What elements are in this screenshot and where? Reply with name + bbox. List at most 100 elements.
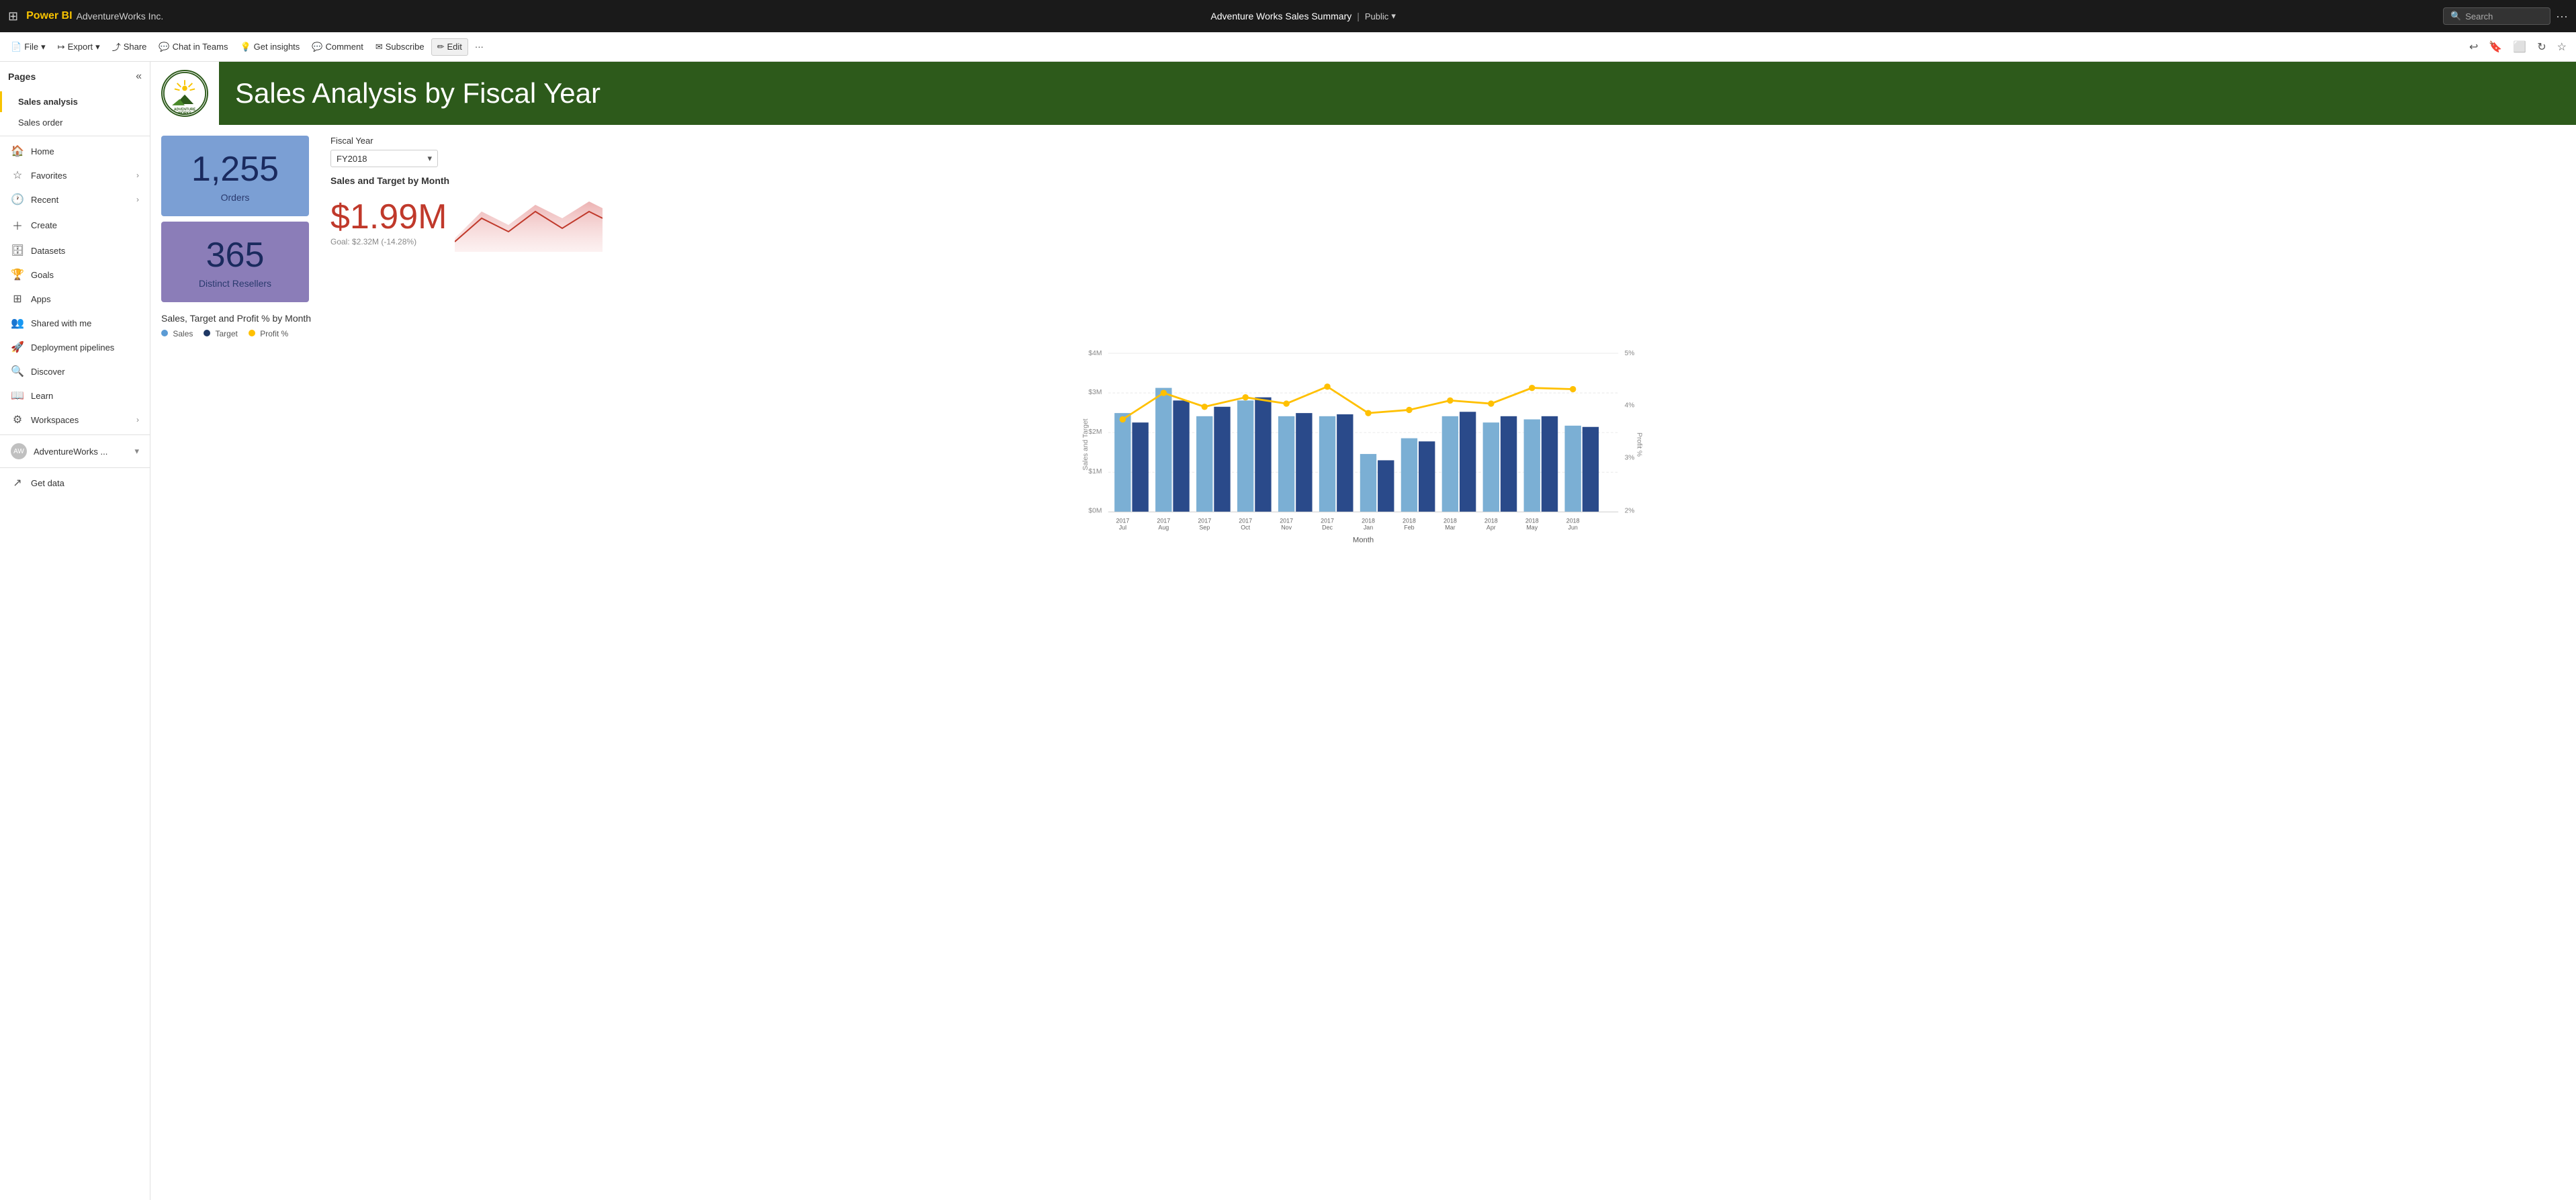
svg-text:4%: 4% [1625, 402, 1635, 410]
logo-area: Power BI AdventureWorks Inc. [26, 10, 163, 22]
bar-target-jul17 [1132, 422, 1148, 512]
sidebar-collapse-button[interactable]: « [136, 71, 142, 83]
svg-text:2018: 2018 [1566, 517, 1580, 524]
svg-text:2017: 2017 [1198, 517, 1211, 524]
fiscal-year-value: FY2018 [337, 154, 367, 164]
home-icon: 🏠 [11, 144, 24, 158]
bookmark-button[interactable]: 🔖 [2485, 38, 2506, 56]
sidebar-label-learn: Learn [31, 391, 139, 401]
sidebar-item-home[interactable]: 🏠 Home [0, 139, 150, 163]
svg-text:$1M: $1M [1088, 468, 1102, 475]
kpi-orders-label: Orders [177, 192, 293, 203]
insights-icon: 💡 [240, 42, 251, 52]
report-header: ADVENTURE WORKS Sales Analysis by Fiscal… [150, 62, 2576, 125]
sales-target-area: Fiscal Year FY2018 ▾ Sales and Target by… [320, 136, 2565, 252]
sidebar-item-recent[interactable]: 🕐 Recent › [0, 187, 150, 212]
page-item-sales-order[interactable]: Sales order [0, 112, 150, 133]
adventure-works-logo: ADVENTURE WORKS [161, 70, 208, 117]
svg-text:May: May [1526, 524, 1538, 531]
sidebar-item-discover[interactable]: 🔍 Discover [0, 359, 150, 383]
workspace-adventureworks[interactable]: AW AdventureWorks ... ▾ [0, 438, 150, 465]
svg-text:$4M: $4M [1088, 350, 1102, 357]
chart-legend: Sales Target Profit % [161, 329, 2565, 338]
svg-text:2018: 2018 [1484, 517, 1498, 524]
undo-button[interactable]: ↩ [2465, 38, 2482, 56]
sales-value: $1.99M [330, 197, 447, 237]
svg-text:Dec: Dec [1322, 524, 1333, 531]
svg-text:2018: 2018 [1444, 517, 1457, 524]
export-button[interactable]: ↦ Export ▾ [52, 39, 105, 55]
svg-text:2017: 2017 [1321, 517, 1334, 524]
report-title: Sales Analysis by Fiscal Year [235, 77, 601, 109]
sidebar-item-deployment[interactable]: 🚀 Deployment pipelines [0, 335, 150, 359]
sidebar-item-shared[interactable]: 👥 Shared with me [0, 311, 150, 335]
svg-text:Sep: Sep [1199, 524, 1210, 531]
favorite-button[interactable]: ☆ [2553, 38, 2571, 56]
refresh-button[interactable]: ↻ [2533, 38, 2550, 56]
page-item-sales-analysis[interactable]: Sales analysis [0, 91, 150, 112]
more-options-button[interactable]: ··· [2556, 9, 2568, 24]
sidebar-item-goals[interactable]: 🏆 Goals [0, 263, 150, 287]
svg-text:Feb: Feb [1404, 524, 1414, 531]
logo-text: Power BI [26, 10, 72, 22]
search-box[interactable]: 🔍 Search [2443, 7, 2550, 25]
bar-sales-jul17 [1114, 413, 1130, 512]
sidebar-label-goals: Goals [31, 270, 139, 280]
chat-teams-button[interactable]: 💬 Chat in Teams [153, 39, 233, 55]
svg-text:WORKS: WORKS [178, 111, 191, 116]
svg-text:2018: 2018 [1403, 517, 1416, 524]
fiscal-year-select[interactable]: FY2018 ▾ [330, 150, 438, 167]
waffle-icon[interactable]: ⊞ [8, 9, 18, 24]
edit-button[interactable]: ✏ Edit [431, 38, 468, 56]
report-logo-area: ADVENTURE WORKS [150, 62, 219, 125]
workspaces-icon: ⚙ [11, 413, 24, 426]
target-legend-dot [204, 330, 210, 336]
sidebar-item-datasets[interactable]: 🗄 Datasets [0, 238, 150, 263]
svg-text:3%: 3% [1625, 455, 1635, 462]
chart-section: Sales, Target and Profit % by Month Sale… [161, 313, 2565, 545]
profit-legend-dot [249, 330, 255, 336]
insights-button[interactable]: 💡 Get insights [234, 39, 305, 55]
comment-icon: 💬 [312, 42, 322, 52]
toolbar-right-actions: ↩ 🔖 ⬜ ↻ ☆ [2465, 38, 2571, 56]
svg-text:5%: 5% [1625, 350, 1635, 357]
org-name: AdventureWorks Inc. [77, 11, 164, 21]
legend-profit: Profit % [249, 329, 288, 338]
fiscal-year-label: Fiscal Year [330, 136, 2555, 146]
svg-text:Aug: Aug [1158, 524, 1169, 531]
visibility-selector[interactable]: Public ▾ [1365, 11, 1396, 21]
comment-button[interactable]: 💬 Comment [306, 39, 369, 55]
topbar: ⊞ Power BI AdventureWorks Inc. Adventure… [0, 0, 2576, 32]
toolbar-more-button[interactable]: ··· [470, 39, 489, 54]
main-layout: Pages « Sales analysis Sales order 🏠 Hom… [0, 62, 2576, 1200]
sidebar-item-apps[interactable]: ⊞ Apps [0, 287, 150, 311]
kpi-resellers-value: 365 [177, 235, 293, 275]
file-icon: 📄 [11, 42, 21, 52]
share-button[interactable]: ⤴ Share [107, 38, 152, 56]
svg-text:Jun: Jun [1568, 524, 1578, 531]
workspaces-arrow-icon: › [136, 415, 139, 424]
sidebar-label-deployment: Deployment pipelines [31, 342, 139, 353]
sales-meta: Goal: $2.32M (-14.28%) [330, 237, 447, 246]
svg-text:Apr: Apr [1486, 524, 1496, 531]
sidebar-item-get-data[interactable]: ↗ Get data [0, 471, 150, 495]
sidebar-item-create[interactable]: ＋ Create [0, 212, 150, 238]
sidebar-item-learn[interactable]: 📖 Learn [0, 383, 150, 408]
search-label: Search [2465, 11, 2493, 21]
pages-title: Pages [8, 71, 36, 82]
subscribe-button[interactable]: ✉ Subscribe [370, 39, 430, 55]
export-icon: ↦ [58, 42, 65, 52]
sidebar-label-apps: Apps [31, 294, 139, 304]
svg-text:$3M: $3M [1088, 389, 1102, 396]
svg-text:$2M: $2M [1088, 428, 1102, 436]
sidebar-item-favorites[interactable]: ☆ Favorites › [0, 163, 150, 187]
file-button[interactable]: 📄 File ▾ [5, 39, 51, 55]
fit-button[interactable]: ⬜ [2509, 38, 2530, 56]
recent-icon: 🕐 [11, 193, 24, 206]
svg-text:Jul: Jul [1119, 524, 1126, 531]
sidebar-item-workspaces[interactable]: ⚙ Workspaces › [0, 408, 150, 432]
sidebar: Pages « Sales analysis Sales order 🏠 Hom… [0, 62, 150, 1200]
chevron-down-icon: ▾ [1391, 11, 1396, 21]
more-icon: ··· [475, 42, 484, 52]
sidebar-label-recent: Recent [31, 195, 130, 205]
